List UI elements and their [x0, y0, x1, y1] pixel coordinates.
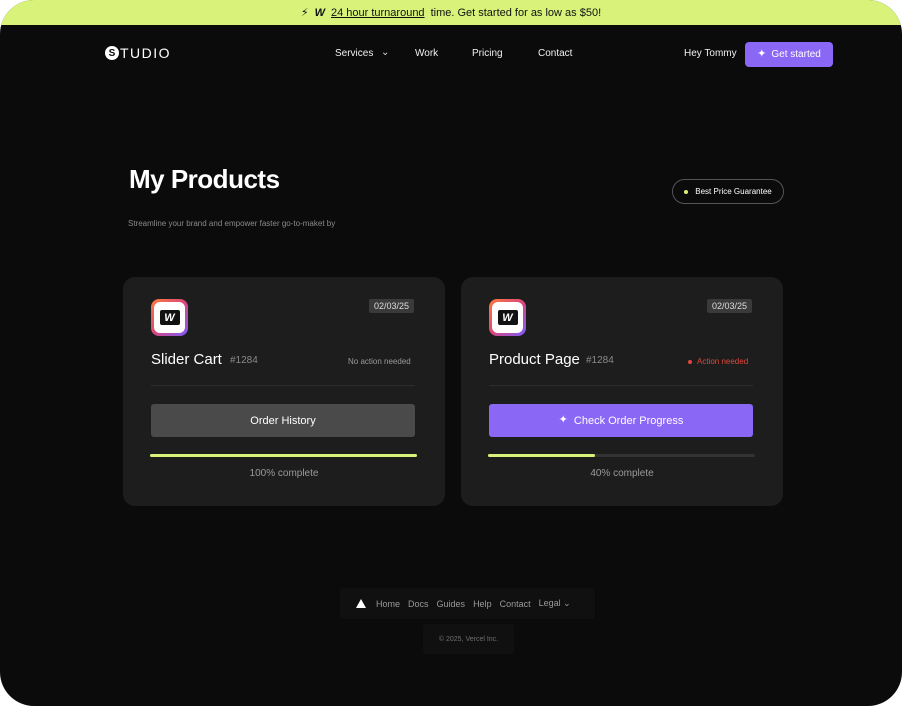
- date-badge: 02/03/25: [707, 299, 753, 313]
- announcement-link[interactable]: 24 hour turnaround: [331, 7, 425, 19]
- user-greeting[interactable]: Hey Tommy: [684, 48, 737, 59]
- sparkle-icon: ✦: [558, 414, 568, 426]
- webflow-icon: W: [497, 310, 518, 325]
- legal-label: Legal: [538, 598, 561, 608]
- progress-bar: [488, 454, 755, 457]
- product-name: Slider Cart: [151, 351, 222, 368]
- footer-link-guides[interactable]: Guides: [437, 599, 466, 609]
- chevron-down-icon[interactable]: ⌄: [381, 47, 389, 58]
- footer-link-contact[interactable]: Contact: [500, 599, 531, 609]
- progress-label: 40% complete: [590, 468, 654, 479]
- chevron-down-icon: ⌄: [563, 598, 571, 608]
- footer-link-docs[interactable]: Docs: [408, 599, 429, 609]
- nav-work[interactable]: Work: [415, 48, 438, 59]
- progress-fill: [488, 454, 595, 457]
- footer-link-legal[interactable]: Legal ⌄: [539, 598, 571, 609]
- copyright: © 2025, Vercel Inc.: [423, 624, 514, 654]
- status-text: Action needed: [688, 357, 748, 366]
- nav-pricing[interactable]: Pricing: [472, 48, 503, 59]
- get-started-button[interactable]: ✦ Get started: [745, 42, 833, 67]
- check-order-progress-label: Check Order Progress: [573, 414, 684, 427]
- alert-dot-icon: [688, 359, 692, 364]
- bolt-icon: ⚡: [300, 7, 309, 19]
- badge-label: Best Price Guarantee: [695, 187, 772, 196]
- brand-initial: S: [105, 46, 119, 60]
- badge-dot-icon: [684, 189, 689, 194]
- product-name: Product Page: [489, 351, 580, 368]
- app-icon: W: [151, 299, 188, 336]
- product-id: #1284: [230, 355, 258, 366]
- progress-fill: [150, 454, 417, 457]
- date-badge: 02/03/25: [369, 299, 415, 313]
- app-window: ⚡ W 24 hour turnaround time. Get started…: [0, 0, 902, 706]
- announcement-bar: ⚡ W 24 hour turnaround time. Get started…: [0, 0, 902, 25]
- progress-label: 100% complete: [249, 468, 319, 479]
- top-nav: S TUDIO Services ⌄ Work Pricing Contact …: [0, 25, 902, 85]
- footer-link-help[interactable]: Help: [473, 599, 492, 609]
- announcement-text: time. Get started for as low as $50!: [430, 6, 602, 19]
- status-label: No action needed: [348, 357, 411, 366]
- webflow-icon: W: [314, 6, 325, 19]
- divider: [489, 385, 753, 386]
- status-label: Action needed: [697, 357, 749, 366]
- footer-link-home[interactable]: Home: [376, 599, 400, 609]
- brand-logo[interactable]: S TUDIO: [105, 45, 171, 61]
- order-history-label: Order History: [250, 414, 316, 427]
- product-id: #1284: [586, 355, 614, 366]
- check-order-progress-button[interactable]: ✦ Check Order Progress: [489, 404, 753, 437]
- divider: [151, 385, 415, 386]
- price-guarantee-badge: Best Price Guarantee: [672, 179, 784, 204]
- progress-bar: [150, 454, 417, 457]
- get-started-label: Get started: [771, 49, 821, 60]
- app-icon: W: [489, 299, 526, 336]
- page-title: My Products: [129, 164, 280, 194]
- vercel-triangle-icon[interactable]: [356, 599, 366, 608]
- status-text: No action needed: [348, 357, 411, 366]
- sparkle-icon: ✦: [757, 48, 767, 60]
- page-subtitle: Streamline your brand and empower faster…: [128, 219, 336, 228]
- nav-services[interactable]: Services: [335, 48, 373, 59]
- webflow-icon: W: [159, 310, 180, 325]
- product-card-product-page: W 02/03/25 Product Page #1284 Action nee…: [461, 277, 783, 506]
- nav-contact[interactable]: Contact: [538, 48, 572, 59]
- product-card-slider-cart: W 02/03/25 Slider Cart #1284 No action n…: [123, 277, 445, 506]
- brand-text: TUDIO: [120, 45, 172, 61]
- order-history-button[interactable]: Order History: [151, 404, 415, 437]
- footer-nav: Home Docs Guides Help Contact Legal ⌄: [340, 588, 595, 619]
